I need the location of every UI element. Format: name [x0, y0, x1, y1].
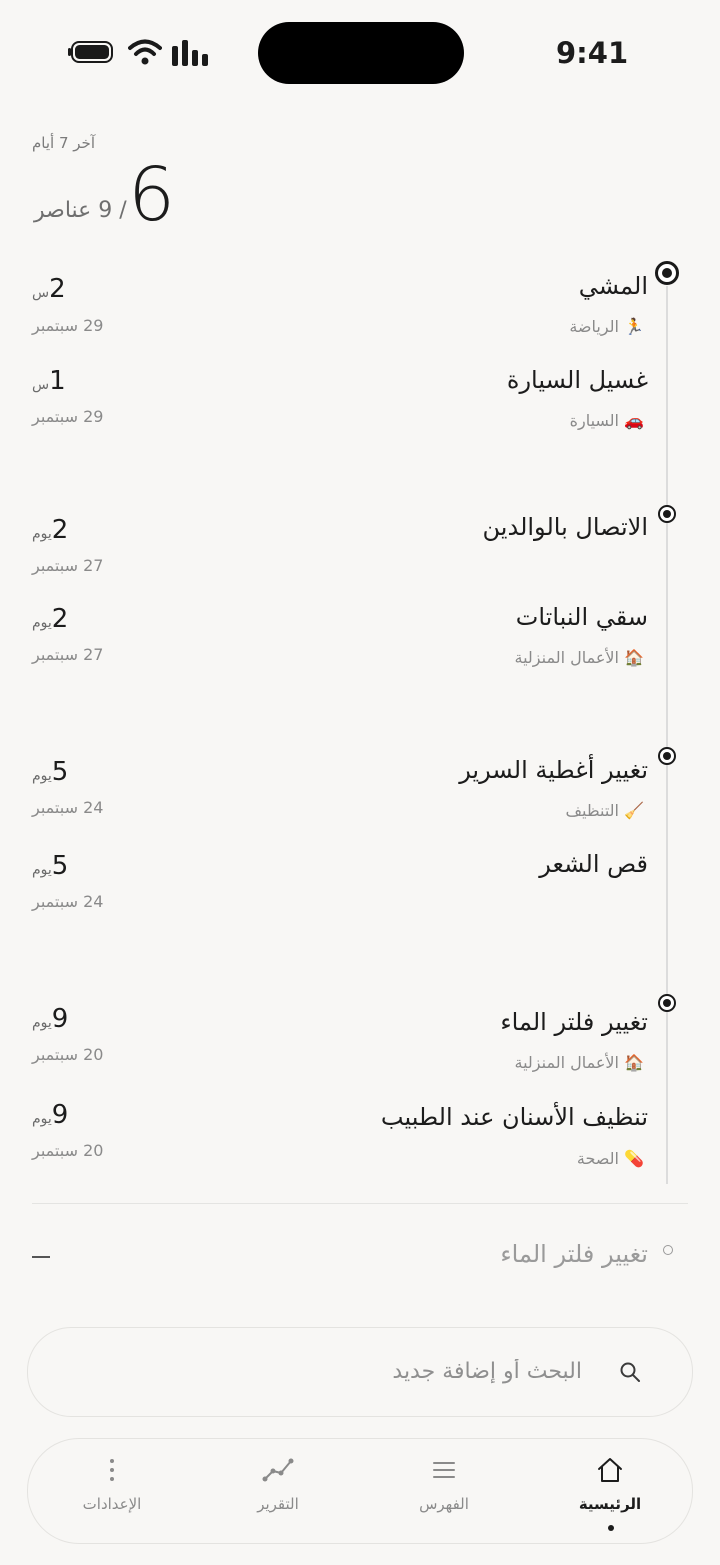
active-tab-indicator: [608, 1525, 614, 1531]
task-duration: 2س: [32, 274, 66, 304]
task-category: 🏠 الأعمال المنزلية: [514, 1053, 644, 1072]
task-date: 24 سبتمبر: [32, 798, 104, 817]
category-emoji-icon: 🏠: [624, 1053, 644, 1072]
task-duration: 5يوم: [32, 757, 69, 787]
search-input[interactable]: [160, 1350, 584, 1392]
tab-home[interactable]: الرئيسية: [530, 1439, 690, 1543]
timeline-marker: [658, 994, 676, 1012]
home-icon: [598, 1458, 622, 1482]
total-items-label: / 9 عناصر: [34, 198, 127, 223]
tab-label: التقرير: [257, 1495, 299, 1513]
task-date: 20 سبتمبر: [32, 1045, 104, 1064]
tab-index[interactable]: الفهرس: [364, 1439, 524, 1543]
signal-icon: [172, 40, 208, 66]
timeline-marker: [658, 505, 676, 523]
task-title[interactable]: قص الشعر: [539, 850, 648, 878]
wifi-icon: [128, 39, 162, 65]
chart-line-icon: [262, 1458, 294, 1482]
task-title[interactable]: المشي: [579, 272, 648, 300]
task-date: 20 سبتمبر: [32, 1141, 104, 1160]
task-category: 💊 الصحة: [576, 1149, 644, 1168]
more-vertical-icon: [110, 1459, 114, 1481]
done-count: 6: [128, 152, 176, 238]
no-duration-dash: [32, 1256, 50, 1258]
category-emoji-icon: 🧹: [624, 801, 644, 820]
category-emoji-icon: 🏠: [624, 648, 644, 667]
task-date: 27 سبتمبر: [32, 645, 104, 664]
category-emoji-icon: 🚗: [624, 411, 644, 430]
category-emoji-icon: 💊: [624, 1149, 644, 1168]
category-emoji-icon: 🏃: [624, 317, 644, 336]
task-category: 🚗 السيارة: [569, 411, 644, 430]
status-time: 9:41: [556, 36, 629, 70]
task-duration: 9يوم: [32, 1100, 69, 1130]
task-duration: 2يوم: [32, 515, 69, 545]
task-duration: 5يوم: [32, 851, 69, 881]
task-title[interactable]: الاتصال بالوالدين: [483, 513, 648, 541]
tab-label: الرئيسية: [578, 1495, 642, 1513]
battery-icon: [68, 41, 113, 63]
task-date: 29 سبتمبر: [32, 407, 104, 426]
tab-report[interactable]: التقرير: [198, 1439, 358, 1543]
section-divider: [32, 1203, 688, 1204]
search-icon: [620, 1362, 640, 1382]
task-date: 29 سبتمبر: [32, 316, 104, 335]
task-date: 24 سبتمبر: [32, 892, 104, 911]
tab-label: الإعدادات: [82, 1495, 142, 1513]
search-bar[interactable]: [27, 1327, 693, 1417]
task-category: 🏠 الأعمال المنزلية: [514, 648, 644, 667]
task-title[interactable]: غسيل السيارة: [507, 366, 648, 394]
task-duration: 2يوم: [32, 604, 69, 634]
task-duration: 1س: [32, 366, 66, 396]
task-title[interactable]: تنظيف الأسنان عند الطبيب: [381, 1103, 648, 1131]
task-category: 🧹 التنظيف: [565, 801, 644, 820]
task-category: 🏃 الرياضة: [569, 317, 644, 336]
task-title[interactable]: سقي النباتات: [516, 603, 648, 631]
list-icon: [433, 1462, 455, 1478]
tab-label: الفهرس: [419, 1495, 469, 1513]
timeline-marker: [658, 747, 676, 765]
upcoming-marker: [663, 1245, 673, 1255]
date-range-label: آخر 7 أيام: [32, 134, 95, 152]
tab-bar: الرئيسية الفهرس التقرير الإعدادات: [27, 1438, 693, 1544]
upcoming-task-title[interactable]: تغيير فلتر الماء: [500, 1240, 648, 1268]
tab-settings[interactable]: الإعدادات: [32, 1439, 192, 1543]
task-duration: 9يوم: [32, 1004, 69, 1034]
timeline-line: [666, 286, 668, 1184]
task-title[interactable]: تغيير فلتر الماء: [500, 1008, 648, 1036]
task-title[interactable]: تغيير أغطية السرير: [459, 756, 648, 784]
dynamic-island: [258, 22, 464, 84]
task-date: 27 سبتمبر: [32, 556, 104, 575]
timeline-marker-current: [655, 261, 679, 285]
